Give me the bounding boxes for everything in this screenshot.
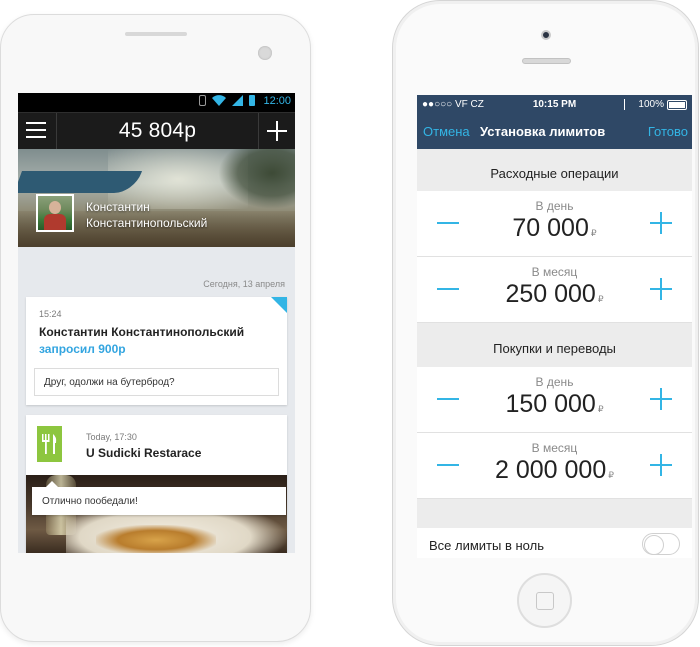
profile-last-name: Константинопольский	[86, 216, 208, 230]
profile-name[interactable]: Константин Константинопольский	[86, 199, 207, 231]
balance: 45 804р	[118, 119, 197, 142]
android-screen: 12:00 45 804р Константин Константинополь…	[18, 93, 295, 553]
place-time: Today, 17:30	[86, 432, 137, 442]
earpiece	[125, 32, 187, 36]
request-time: 15:24	[39, 309, 62, 319]
cancel-button[interactable]: Отмена	[423, 124, 470, 139]
battery-icon	[667, 100, 687, 110]
limit-period: В месяц	[531, 441, 578, 455]
section-header-spending: Расходные операции	[417, 149, 692, 191]
unread-marker	[271, 297, 287, 313]
limit-row-spending-day: В день 70 000 ₽	[417, 191, 692, 257]
ios-screen: ●●○○○ VF CZ 10:15 PM 100% Отмена Установ…	[417, 95, 692, 558]
section-header-purchases: Покупки и переводы	[417, 324, 692, 366]
bluetooth-icon	[199, 95, 206, 106]
signal-icon	[232, 95, 243, 106]
action-bar: 45 804р	[18, 112, 295, 150]
front-camera	[541, 30, 551, 40]
zero-limits-label: Все лимиты в ноль	[429, 538, 544, 553]
limit-period: В день	[535, 199, 574, 213]
date-header: Сегодня, 13 апреля	[203, 279, 285, 289]
status-time: 12:00	[263, 95, 291, 107]
status-bar: 12:00	[18, 93, 295, 112]
place-name: U Sudicki Restarace	[86, 446, 202, 460]
request-amount[interactable]: запросил 900р	[39, 342, 126, 356]
wifi-icon	[212, 95, 226, 106]
zero-limits-toggle[interactable]	[642, 533, 680, 555]
place-comment: Отлично пообедали!	[32, 481, 286, 515]
menu-icon[interactable]	[26, 122, 46, 140]
avatar[interactable]	[36, 194, 74, 232]
zero-limits-row: Все лимиты в ноль	[417, 528, 692, 558]
profile-cover: Константин Константинопольский	[18, 149, 295, 247]
plus-icon[interactable]	[650, 212, 672, 234]
iphone: ●●○○○ VF CZ 10:15 PM 100% Отмена Установ…	[392, 0, 699, 646]
front-camera	[258, 46, 272, 60]
home-button[interactable]	[517, 573, 572, 628]
request-message: Друг, одолжи на бутерброд?	[34, 368, 279, 396]
battery-percent: 100%	[638, 99, 664, 110]
request-sender: Константин Константинопольский	[39, 325, 245, 339]
limit-period: В месяц	[531, 265, 578, 279]
ios-status-bar: ●●○○○ VF CZ 10:15 PM 100%	[417, 95, 692, 115]
fork-knife-icon	[37, 426, 62, 462]
plus-icon[interactable]	[650, 278, 672, 300]
bluetooth-icon	[624, 99, 630, 110]
limit-row-spending-month: В месяц 250 000 ₽	[417, 257, 692, 323]
battery-icon	[249, 95, 255, 106]
add-icon[interactable]	[267, 121, 287, 141]
profile-first-name: Константин	[86, 200, 150, 214]
request-card[interactable]: 15:24 Константин Константинопольский зап…	[26, 297, 287, 405]
plus-icon[interactable]	[650, 388, 672, 410]
plus-icon[interactable]	[650, 454, 672, 476]
limit-period: В день	[535, 375, 574, 389]
speaker	[522, 58, 571, 64]
limit-row-purchases-month: В месяц 2 000 000 ₽	[417, 433, 692, 499]
place-card[interactable]: Today, 17:30 U Sudicki Restarace Отлично…	[26, 415, 287, 553]
page-title: Установка лимитов	[480, 124, 606, 139]
limit-row-purchases-day: В день 150 000 ₽	[417, 367, 692, 433]
android-phone: 12:00 45 804р Константин Константинополь…	[0, 14, 311, 642]
done-button[interactable]: Готово	[648, 124, 688, 139]
nav-bar: Отмена Установка лимитов Готово	[417, 115, 692, 149]
